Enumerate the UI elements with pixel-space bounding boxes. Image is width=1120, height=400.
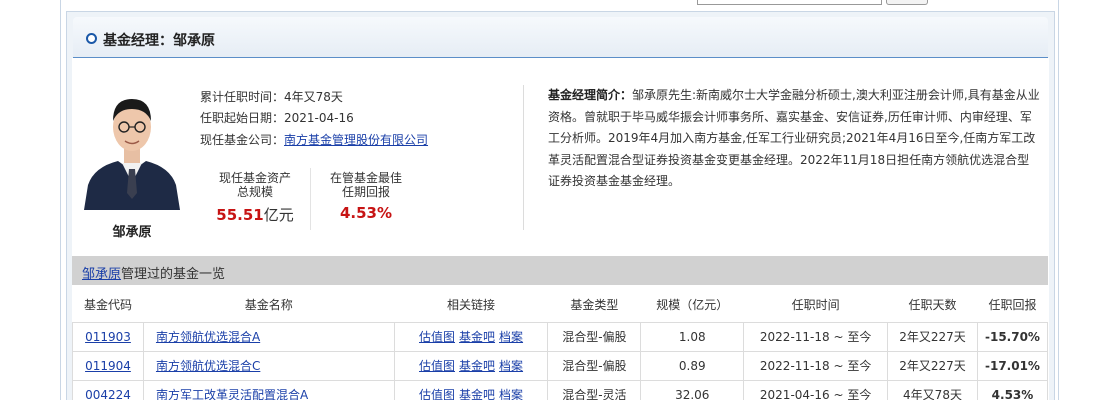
company-label: 现任基金公司： xyxy=(200,133,285,147)
assets-label-line2: 总规模 xyxy=(236,185,273,199)
fund-name-cell: 南方军工改革灵活配置混合A xyxy=(142,379,395,400)
fund-code-cell: 011903 xyxy=(72,321,144,352)
tenure-label: 累计任职时间： xyxy=(200,90,285,104)
start-date-value: 2021-04-16 xyxy=(284,111,354,125)
tenure-return-cell: 4.53% xyxy=(976,379,1049,400)
bio-divider xyxy=(523,85,524,230)
fund-type-cell: 混合型-偏股 xyxy=(547,321,642,352)
column-header: 相关链接 xyxy=(394,287,548,322)
page-border-right xyxy=(1058,0,1059,400)
tenure-return-cell: -17.01% xyxy=(976,350,1049,381)
best-return-label-line1: 在管基金最佳 xyxy=(329,171,402,185)
column-header: 任职回报 xyxy=(977,287,1048,322)
table-row: 011904 南方领航优选混合C 估值图 基金吧 档案 混合型-偏股 0.89 20… xyxy=(72,350,1049,381)
fund-forum-link[interactable]: 基金吧 xyxy=(459,359,495,373)
fund-name-cell: 南方领航优选混合A xyxy=(142,321,395,352)
search-button[interactable] xyxy=(886,0,928,5)
fund-name-link[interactable]: 南方领航优选混合C xyxy=(156,359,260,373)
related-links-cell: 估值图 基金吧 档案 xyxy=(393,379,549,400)
column-header: 基金名称 xyxy=(143,287,395,322)
table-row: 004224 南方军工改革灵活配置混合A 估值图 基金吧 档案 混合型-灵活 32.… xyxy=(72,379,1049,400)
fund-scale-cell: 0.89 xyxy=(640,350,745,381)
assets-value: 55.51亿元 xyxy=(205,204,305,225)
circle-bullet-icon xyxy=(86,33,97,44)
fund-type-cell: 混合型-灵活 xyxy=(547,379,642,400)
manager-bio: 基金经理简介：邹承原先生:新南威尔士大学金融分析硕士,澳大利亚注册会计师,具有基… xyxy=(548,85,1040,193)
valuation-chart-link[interactable]: 估值图 xyxy=(419,359,455,373)
column-header: 基金代码 xyxy=(72,287,144,322)
panel-header: 基金经理：邹承原 xyxy=(73,17,1048,57)
assets-label-line1: 现任基金资产 xyxy=(218,171,291,185)
fund-name-link[interactable]: 南方领航优选混合A xyxy=(156,330,260,344)
assets-number: 55.51 xyxy=(216,206,264,224)
fund-code-link[interactable]: 011904 xyxy=(85,359,131,373)
related-links-cell: 估值图 基金吧 档案 xyxy=(393,350,549,381)
fund-code-cell: 004224 xyxy=(72,379,144,400)
tenure-days-cell: 2年又227天 xyxy=(887,350,978,381)
column-header: 任职天数 xyxy=(887,287,978,322)
fund-scale-cell: 1.08 xyxy=(640,321,745,352)
bio-text: 邹承原先生:新南威尔士大学金融分析硕士,澳大利亚注册会计师,具有基金从业资格。曾… xyxy=(548,88,1040,188)
start-date-line: 任职起始日期：2021-04-16 xyxy=(200,109,354,126)
tenure-period-cell: 2021-04-16 ~ 至今 xyxy=(743,379,889,400)
table-header-row: 基金代码 基金名称 相关链接 基金类型 规模（亿元） 任职时间 任职天数 任职回… xyxy=(72,287,1048,322)
page-border-left xyxy=(60,0,61,400)
assets-label: 现任基金资产 总规模 xyxy=(205,171,305,199)
fund-table: 基金代码 基金名称 相关链接 基金类型 规模（亿元） 任职时间 任职天数 任职回… xyxy=(72,287,1049,400)
stats-divider xyxy=(310,168,311,230)
fund-type-cell: 混合型-偏股 xyxy=(547,350,642,381)
best-return-label: 在管基金最佳 任期回报 xyxy=(316,171,416,199)
page-title: 基金经理：邹承原 xyxy=(103,33,215,49)
fund-forum-link[interactable]: 基金吧 xyxy=(459,330,495,344)
manager-photo xyxy=(82,85,182,210)
related-links-cell: 估值图 基金吧 档案 xyxy=(393,321,549,352)
tenure-value: 4年又78天 xyxy=(284,90,343,104)
fund-code-link[interactable]: 004224 xyxy=(85,388,131,400)
fund-code-link[interactable]: 011903 xyxy=(85,330,131,344)
company-link[interactable]: 南方基金管理股份有限公司 xyxy=(284,133,428,147)
company-line: 现任基金公司：南方基金管理股份有限公司 xyxy=(200,131,428,148)
valuation-chart-link[interactable]: 估值图 xyxy=(419,388,455,400)
start-date-label: 任职起始日期： xyxy=(200,111,285,125)
fund-name-cell: 南方领航优选混合C xyxy=(142,350,395,381)
tenure-return-cell: -15.70% xyxy=(976,321,1049,352)
valuation-chart-link[interactable]: 估值图 xyxy=(419,330,455,344)
fund-archive-link[interactable]: 档案 xyxy=(499,330,523,344)
search-input[interactable] xyxy=(697,0,882,5)
manager-name: 邹承原 xyxy=(112,225,152,240)
assets-unit: 亿元 xyxy=(263,206,294,224)
best-return-label-line2: 任期回报 xyxy=(341,185,390,199)
table-row: 011903 南方领航优选混合A 估值图 基金吧 档案 混合型-偏股 1.08 20… xyxy=(72,321,1049,352)
fund-name-link[interactable]: 南方军工改革灵活配置混合A xyxy=(156,388,308,400)
column-header: 任职时间 xyxy=(743,287,888,322)
fund-list-title: 管理过的基金一览 xyxy=(121,267,226,282)
fund-forum-link[interactable]: 基金吧 xyxy=(459,388,495,400)
manager-name-link[interactable]: 邹承原 xyxy=(82,267,121,282)
best-return-value: 4.53% xyxy=(339,204,393,222)
fund-archive-link[interactable]: 档案 xyxy=(499,388,523,400)
fund-archive-link[interactable]: 档案 xyxy=(499,359,523,373)
tenure-days-cell: 2年又227天 xyxy=(887,321,978,352)
tenure-period-cell: 2022-11-18 ~ 至今 xyxy=(743,321,889,352)
column-header: 规模（亿元） xyxy=(640,287,744,322)
fund-list-title-bar: 邹承原管理过的基金一览 xyxy=(72,256,1048,285)
fund-code-cell: 011904 xyxy=(72,350,144,381)
bio-label: 基金经理简介： xyxy=(548,88,633,102)
column-header: 基金类型 xyxy=(547,287,641,322)
tenure-line: 累计任职时间：4年又78天 xyxy=(200,88,343,105)
fund-scale-cell: 32.06 xyxy=(640,379,745,400)
tenure-period-cell: 2022-11-18 ~ 至今 xyxy=(743,350,889,381)
tenure-days-cell: 4年又78天 xyxy=(887,379,978,400)
